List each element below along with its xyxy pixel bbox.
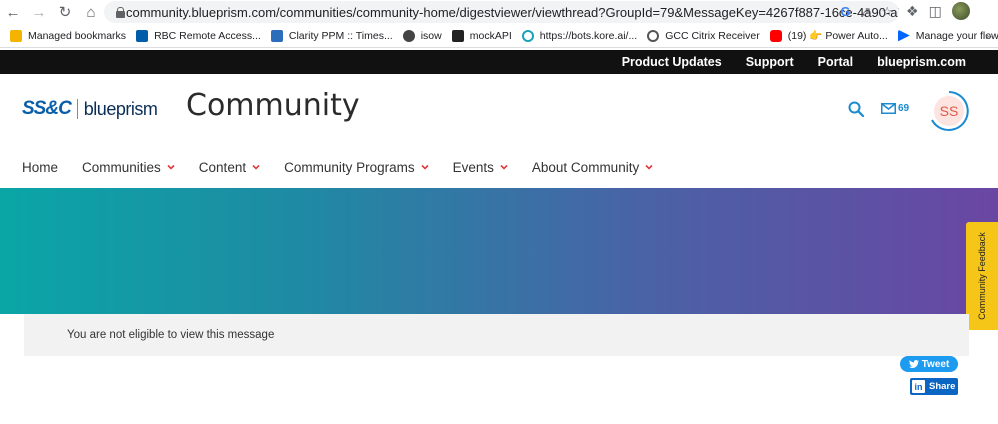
google-icon[interactable]: G (840, 4, 850, 20)
portal-link[interactable]: Portal (818, 55, 853, 69)
back-icon[interactable]: ← (0, 0, 26, 24)
message-count-badge: 69 (898, 103, 910, 114)
flow-icon (897, 29, 910, 42)
home-icon[interactable]: ⌂ (78, 0, 104, 24)
rbc-icon (136, 29, 149, 42)
bookmark-item[interactable]: mockAPI (451, 29, 512, 42)
citrix-icon (647, 29, 660, 42)
bookmark-item[interactable]: (19) 👉 Power Auto... (769, 29, 888, 42)
bookmark-item[interactable]: Managed bookmarks (10, 29, 126, 42)
tweet-button[interactable]: Tweet (900, 356, 958, 372)
reload-icon[interactable]: ↻ (52, 0, 78, 24)
community-feedback-tab[interactable]: Community Feedback (966, 222, 998, 330)
chevron-down-icon (500, 164, 508, 170)
avatar: SS (934, 96, 964, 126)
share-label: Share (929, 381, 956, 392)
bookmark-item[interactable]: isow (402, 29, 442, 42)
clarity-icon (270, 29, 283, 42)
chevron-down-icon (645, 164, 653, 170)
chevron-down-icon (421, 164, 429, 170)
site-header: SS&C blueprism Community 69 SS (0, 74, 998, 146)
address-bar[interactable]: community.blueprism.com/communities/comm… (104, 1, 899, 23)
linkedin-icon: in (912, 380, 925, 393)
folder-icon (10, 29, 22, 42)
user-menu[interactable]: SS (928, 90, 970, 132)
nav-home[interactable]: Home (22, 160, 58, 175)
twitter-bird-icon (908, 359, 919, 368)
feedback-label: Community Feedback (977, 232, 988, 320)
kore-icon (521, 29, 534, 42)
star-icon[interactable]: ☆ (881, 4, 893, 20)
share-icon[interactable]: ⇗ (860, 4, 871, 20)
envelope-icon (881, 103, 896, 114)
api-icon (451, 29, 464, 42)
youtube-icon (769, 29, 782, 42)
bookmarks-bar: Managed bookmarks RBC Remote Access... C… (0, 24, 998, 48)
tweet-label: Tweet (921, 358, 950, 370)
puzzle-icon[interactable]: ❖ (906, 3, 919, 20)
search-icon[interactable] (848, 101, 864, 117)
logo-divider (76, 99, 78, 119)
forward-icon[interactable]: → (26, 0, 52, 24)
profile-avatar[interactable] (951, 2, 970, 20)
main-navigation: Home Communities Content Community Progr… (0, 146, 998, 188)
extensions-area: ❖ ◫ (906, 2, 970, 20)
nav-communities[interactable]: Communities (82, 160, 175, 175)
more-bookmarks-button[interactable]: » (985, 29, 992, 43)
site-utility-bar: Product Updates Support Portal blueprism… (0, 50, 998, 74)
bookmark-item[interactable]: https://bots.kore.ai/... (521, 29, 637, 42)
chevron-down-icon (252, 164, 260, 170)
bookmark-item[interactable]: Manage your flows... (897, 29, 998, 42)
globe-icon (402, 29, 415, 42)
site-logo[interactable]: SS&C blueprism (22, 98, 158, 120)
nav-about-community[interactable]: About Community (532, 160, 653, 175)
bookmark-item[interactable]: GCC Citrix Receiver (647, 29, 760, 42)
hero-banner (0, 188, 998, 314)
nav-content[interactable]: Content (199, 160, 260, 175)
ssc-logo-text: SS&C (22, 98, 72, 119)
nav-events[interactable]: Events (453, 160, 508, 175)
product-updates-link[interactable]: Product Updates (622, 55, 722, 69)
bookmark-item[interactable]: RBC Remote Access... (136, 29, 261, 42)
nav-community-programs[interactable]: Community Programs (284, 160, 429, 175)
bookmark-item[interactable]: Clarity PPM :: Times... (270, 29, 393, 42)
messages-button[interactable]: 69 (881, 103, 909, 114)
linkedin-share-button[interactable]: in Share (910, 378, 958, 395)
not-eligible-message: You are not eligible to view this messag… (67, 329, 275, 341)
chevron-down-icon (167, 164, 175, 170)
blueprism-link[interactable]: blueprism.com (877, 55, 966, 69)
url-text: community.blueprism.com/communities/comm… (126, 4, 899, 20)
support-link[interactable]: Support (746, 55, 794, 69)
message-notice: You are not eligible to view this messag… (24, 314, 969, 356)
sidepanel-icon[interactable]: ◫ (929, 3, 942, 20)
page-title: Community (186, 88, 360, 123)
blueprism-logo-text: blueprism (83, 98, 158, 119)
